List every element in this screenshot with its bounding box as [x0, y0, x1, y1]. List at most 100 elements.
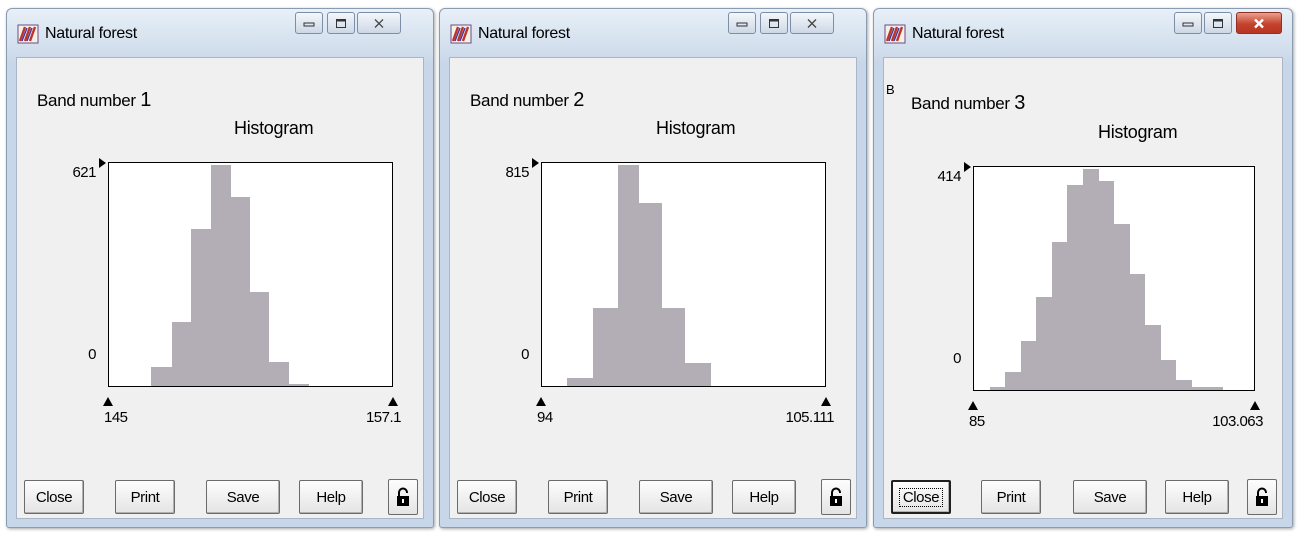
x-max-marker-icon[interactable] — [821, 397, 831, 406]
close-window-button[interactable] — [1236, 12, 1282, 34]
histogram-bar — [618, 165, 640, 386]
x-min-marker-icon[interactable] — [968, 401, 978, 410]
print-button-label: Print — [563, 488, 593, 506]
save-button-label: Save — [659, 488, 693, 506]
band-number-label: Band number 2 — [470, 89, 584, 112]
x-min-marker-icon[interactable] — [103, 397, 113, 406]
help-button[interactable]: Help — [299, 480, 363, 514]
maximize-button[interactable] — [760, 12, 788, 34]
maximize-button[interactable] — [1204, 12, 1232, 34]
close-x-icon — [374, 18, 384, 28]
histogram-bar — [210, 165, 231, 386]
close-window-button[interactable] — [790, 12, 834, 34]
maximize-icon — [336, 18, 346, 28]
y-max-label: 621 — [72, 164, 96, 181]
histogram-bar — [1191, 386, 1208, 390]
title-bar[interactable]: Natural forest — [440, 9, 866, 57]
histogram-bar — [1160, 359, 1177, 390]
y-max-marker-icon[interactable] — [964, 162, 971, 172]
save-button-label: Save — [1093, 488, 1127, 506]
histogram-bar — [151, 367, 173, 386]
window-title: Natural forest — [478, 25, 570, 42]
histogram-bar — [1051, 241, 1068, 390]
histogram-window-2: Natural forest Band number 2 Histogram 815 0… — [439, 8, 867, 528]
save-button[interactable]: Save — [1073, 480, 1147, 514]
histogram-bar — [567, 378, 594, 386]
band-number-value: 1 — [140, 89, 152, 111]
padlock-icon — [397, 487, 409, 506]
title-bar[interactable]: Natural forest — [7, 9, 433, 57]
histogram-bar — [171, 322, 192, 386]
print-button[interactable]: Print — [115, 480, 175, 514]
help-button[interactable]: Help — [732, 480, 796, 514]
histogram-window-1: Natural forest Band number 1 Histogram 621 0… — [6, 8, 434, 528]
histogram-bar — [1082, 169, 1099, 390]
band-number-label: Band number 1 — [37, 89, 151, 112]
histogram-bar — [1005, 372, 1022, 390]
band-number-value: 3 — [1014, 92, 1026, 114]
minimize-button[interactable] — [295, 12, 323, 34]
minimize-button[interactable] — [1174, 12, 1202, 34]
minimize-button[interactable] — [728, 12, 756, 34]
x-min-label: 145 — [104, 409, 128, 426]
band-number-label: Band number 3 — [911, 92, 1025, 115]
help-button-label: Help — [1182, 488, 1212, 506]
histogram-bar — [1067, 185, 1084, 390]
close-button[interactable]: Close — [891, 480, 951, 514]
close-window-button[interactable] — [357, 12, 401, 34]
histogram-plot — [108, 162, 393, 387]
histogram-window-3: Natural forest B Band number 3 Histogram 414… — [873, 8, 1293, 528]
band-number-value: 2 — [573, 89, 585, 111]
histogram-bar — [191, 228, 212, 386]
padlock-icon — [1256, 487, 1268, 506]
save-button[interactable]: Save — [206, 480, 280, 514]
histogram-bar — [989, 386, 1006, 390]
print-button[interactable]: Print — [548, 480, 608, 514]
histogram-bar — [268, 362, 289, 386]
histogram-bar — [1129, 274, 1146, 390]
histogram-title: Histogram — [1098, 122, 1178, 142]
histogram-bar — [1036, 296, 1053, 390]
x-max-marker-icon[interactable] — [388, 397, 398, 406]
x-min-marker-icon[interactable] — [536, 397, 546, 406]
close-x-icon — [1254, 18, 1264, 28]
save-button-label: Save — [226, 488, 260, 506]
print-button[interactable]: Print — [981, 480, 1041, 514]
close-x-icon — [807, 18, 817, 28]
window-client-area: Band number 1 Histogram 621 0 145 157.1 Close P… — [16, 57, 424, 519]
histogram-title: Histogram — [656, 118, 736, 138]
band-label-text: Band number — [470, 91, 569, 110]
x-max-marker-icon[interactable] — [1250, 401, 1260, 410]
histogram-bar — [661, 307, 686, 386]
close-button[interactable]: Close — [457, 480, 517, 514]
maximize-button[interactable] — [327, 12, 355, 34]
histogram-bar — [1098, 181, 1115, 390]
save-button[interactable]: Save — [639, 480, 713, 514]
lock-button[interactable] — [821, 479, 851, 515]
histogram-bar — [592, 307, 619, 386]
app-icon — [17, 24, 39, 44]
window-title: Natural forest — [912, 25, 1004, 42]
lock-button[interactable] — [1247, 479, 1277, 515]
minimize-icon — [1182, 22, 1194, 27]
close-button[interactable]: Close — [24, 480, 84, 514]
title-bar[interactable]: Natural forest — [874, 9, 1292, 57]
help-button[interactable]: Help — [1165, 480, 1229, 514]
x-max-label: 157.1 — [365, 409, 402, 426]
lock-button[interactable] — [388, 479, 418, 515]
histogram-bar — [638, 202, 663, 386]
app-icon — [450, 24, 472, 44]
minimize-icon — [303, 22, 315, 27]
y-max-label: 414 — [937, 168, 961, 185]
y-max-label: 815 — [505, 164, 529, 181]
y-zero-label: 0 — [88, 346, 96, 363]
histogram-title: Histogram — [234, 118, 314, 138]
y-max-marker-icon[interactable] — [99, 158, 106, 168]
close-button-label: Close — [35, 488, 73, 506]
y-max-marker-icon[interactable] — [532, 158, 539, 168]
padlock-icon — [830, 487, 842, 506]
y-zero-label: 0 — [521, 346, 529, 363]
window-title: Natural forest — [45, 25, 137, 42]
maximize-icon — [1213, 18, 1223, 28]
histogram-bar — [1206, 386, 1223, 390]
